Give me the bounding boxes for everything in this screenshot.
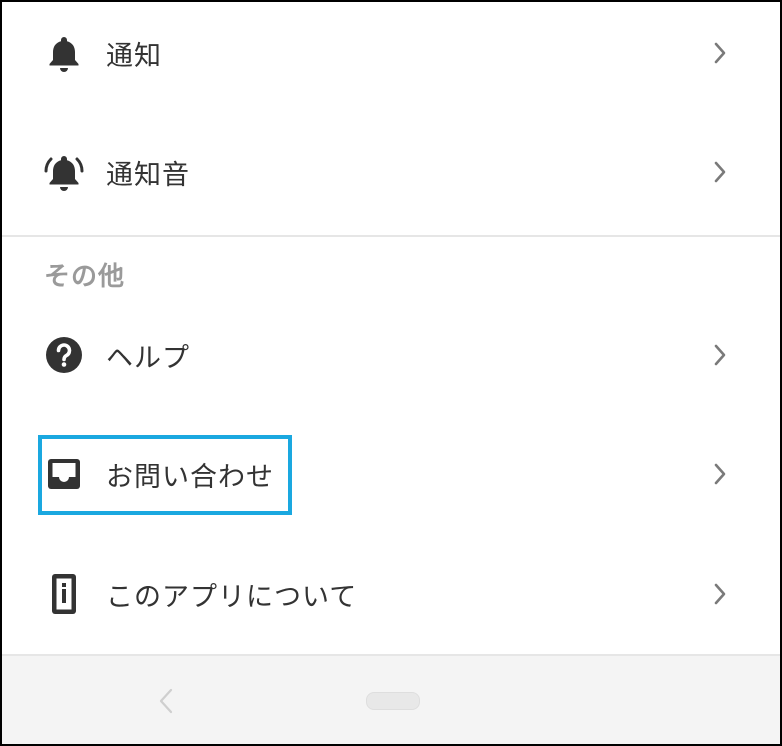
- settings-item-label: ヘルプ: [106, 342, 190, 374]
- settings-item-label: 通知音: [106, 159, 190, 191]
- chevron-right-icon: [708, 582, 732, 606]
- bell-icon: [44, 33, 84, 73]
- system-navigation-bar: [2, 656, 780, 744]
- chevron-right-icon: [708, 160, 732, 184]
- chevron-right-icon: [708, 41, 732, 65]
- chevron-right-icon: [708, 343, 732, 367]
- bell-ringing-icon: [44, 152, 84, 192]
- section-divider: [2, 235, 780, 237]
- chevron-right-icon: [708, 462, 732, 486]
- home-button[interactable]: [366, 692, 420, 710]
- settings-item-help[interactable]: ヘルプ: [2, 325, 780, 385]
- settings-item-notification-sound[interactable]: 通知音: [2, 142, 780, 202]
- settings-item-label: 通知: [106, 40, 162, 72]
- info-phone-icon: [44, 574, 84, 614]
- section-header-other: その他: [44, 262, 126, 292]
- help-circle-icon: [44, 335, 84, 375]
- inbox-icon: [44, 454, 84, 494]
- settings-item-contact[interactable]: お問い合わせ: [2, 444, 780, 504]
- settings-item-about[interactable]: このアプリについて: [2, 564, 780, 624]
- settings-item-label: このアプリについて: [106, 581, 358, 613]
- back-icon[interactable]: [154, 686, 178, 716]
- settings-item-notifications[interactable]: 通知: [2, 23, 780, 83]
- settings-screen: 通知 通知音 その他 ヘルプ お問い合わせ このアプリについて: [0, 0, 782, 746]
- settings-item-label: お問い合わせ: [106, 461, 274, 493]
